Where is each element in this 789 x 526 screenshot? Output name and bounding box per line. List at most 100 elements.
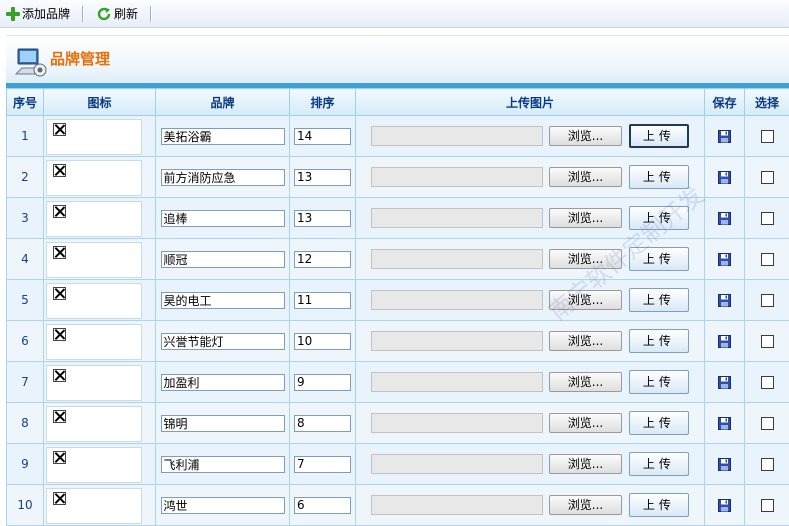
- sort-order-input[interactable]: [294, 374, 351, 391]
- browse-button[interactable]: 浏览...: [549, 249, 622, 269]
- save-icon[interactable]: [718, 212, 731, 225]
- sort-order-input[interactable]: [294, 251, 351, 268]
- page-title: 品牌管理: [50, 48, 110, 69]
- upload-button[interactable]: 上传: [629, 411, 689, 435]
- save-icon[interactable]: [718, 130, 731, 143]
- broken-image-icon: [53, 123, 66, 136]
- brand-image-preview: [46, 119, 142, 155]
- select-checkbox[interactable]: [761, 376, 774, 389]
- sort-cell: [290, 239, 356, 280]
- table-row: 7 浏览... 上传: [7, 362, 789, 403]
- sort-order-input[interactable]: [294, 497, 351, 514]
- browse-button[interactable]: 浏览...: [549, 331, 622, 351]
- icon-cell: [44, 321, 156, 362]
- save-icon[interactable]: [718, 376, 731, 389]
- upload-button[interactable]: 上传: [629, 288, 689, 312]
- select-checkbox[interactable]: [761, 171, 774, 184]
- browse-button[interactable]: 浏览...: [549, 290, 622, 310]
- browse-button[interactable]: 浏览...: [549, 126, 622, 146]
- browse-button[interactable]: 浏览...: [549, 167, 622, 187]
- brand-name-input[interactable]: [161, 374, 285, 391]
- select-cell: [745, 362, 789, 403]
- brand-name-input[interactable]: [161, 169, 285, 186]
- save-icon[interactable]: [718, 294, 731, 307]
- brand-name-input[interactable]: [161, 456, 285, 473]
- select-checkbox[interactable]: [761, 335, 774, 348]
- brand-name-input[interactable]: [161, 497, 285, 514]
- browse-button[interactable]: 浏览...: [549, 413, 622, 433]
- browse-button[interactable]: 浏览...: [549, 454, 622, 474]
- file-path-field[interactable]: [371, 413, 543, 433]
- sort-order-input[interactable]: [294, 292, 351, 309]
- file-path-field[interactable]: [371, 249, 543, 269]
- sort-order-input[interactable]: [294, 169, 351, 186]
- save-icon[interactable]: [718, 253, 731, 266]
- sort-order-input[interactable]: [294, 333, 351, 350]
- browse-button[interactable]: 浏览...: [549, 495, 622, 515]
- select-cell: [745, 198, 789, 239]
- upload-button[interactable]: 上传: [629, 165, 689, 189]
- toolbar: 添加品牌 刷新: [0, 0, 789, 28]
- brand-name-input[interactable]: [161, 210, 285, 227]
- browse-button[interactable]: 浏览...: [549, 208, 622, 228]
- file-path-field[interactable]: [371, 208, 543, 228]
- upload-button[interactable]: 上传: [629, 370, 689, 394]
- plus-icon: [6, 7, 20, 21]
- refresh-button[interactable]: 刷新: [90, 3, 144, 25]
- row-number: 10: [7, 485, 44, 526]
- select-cell: [745, 157, 789, 198]
- select-checkbox[interactable]: [761, 499, 774, 512]
- save-cell: [705, 321, 745, 362]
- save-icon[interactable]: [718, 458, 731, 471]
- upload-button[interactable]: 上传: [629, 452, 689, 476]
- table-row: 10 浏览... 上传: [7, 485, 789, 526]
- upload-cell: 浏览... 上传: [356, 116, 705, 157]
- file-path-field[interactable]: [371, 454, 543, 474]
- select-checkbox[interactable]: [761, 417, 774, 430]
- sort-order-input[interactable]: [294, 210, 351, 227]
- upload-button[interactable]: 上传: [629, 124, 689, 148]
- save-icon[interactable]: [718, 417, 731, 430]
- sort-order-input[interactable]: [294, 456, 351, 473]
- brand-name-input[interactable]: [161, 333, 285, 350]
- icon-cell: [44, 280, 156, 321]
- file-path-field[interactable]: [371, 331, 543, 351]
- upload-button[interactable]: 上传: [629, 329, 689, 353]
- brand-name-input[interactable]: [161, 251, 285, 268]
- file-path-field[interactable]: [371, 372, 543, 392]
- brand-name-input[interactable]: [161, 292, 285, 309]
- save-icon[interactable]: [718, 499, 731, 512]
- add-brand-button[interactable]: 添加品牌: [0, 3, 76, 25]
- select-cell: [745, 321, 789, 362]
- select-checkbox[interactable]: [761, 212, 774, 225]
- file-path-field[interactable]: [371, 167, 543, 187]
- row-number: 9: [7, 444, 44, 485]
- brand-cell: [156, 403, 290, 444]
- brand-name-input[interactable]: [161, 128, 285, 145]
- file-path-field[interactable]: [371, 290, 543, 310]
- table-header-row: 序号 图标 品牌 排序 上传图片 保存 选择: [7, 89, 789, 116]
- brand-image-preview: [46, 160, 142, 196]
- refresh-label: 刷新: [114, 5, 138, 22]
- browse-button[interactable]: 浏览...: [549, 372, 622, 392]
- file-path-field[interactable]: [371, 495, 543, 515]
- select-cell: [745, 403, 789, 444]
- file-path-field[interactable]: [371, 126, 543, 146]
- select-checkbox[interactable]: [761, 294, 774, 307]
- upload-button[interactable]: 上传: [629, 206, 689, 230]
- upload-button[interactable]: 上传: [629, 247, 689, 271]
- select-checkbox[interactable]: [761, 458, 774, 471]
- brand-table: 序号 图标 品牌 排序 上传图片 保存 选择 1 浏览... 上传: [6, 88, 789, 526]
- sort-order-input[interactable]: [294, 415, 351, 432]
- brand-cell: [156, 116, 290, 157]
- select-checkbox[interactable]: [761, 253, 774, 266]
- save-icon[interactable]: [718, 171, 731, 184]
- brand-cell: [156, 239, 290, 280]
- upload-button[interactable]: 上传: [629, 493, 689, 517]
- sort-order-input[interactable]: [294, 128, 351, 145]
- save-icon[interactable]: [718, 335, 731, 348]
- broken-image-icon: [53, 287, 66, 300]
- broken-image-icon: [53, 410, 66, 423]
- brand-name-input[interactable]: [161, 415, 285, 432]
- select-checkbox[interactable]: [761, 130, 774, 143]
